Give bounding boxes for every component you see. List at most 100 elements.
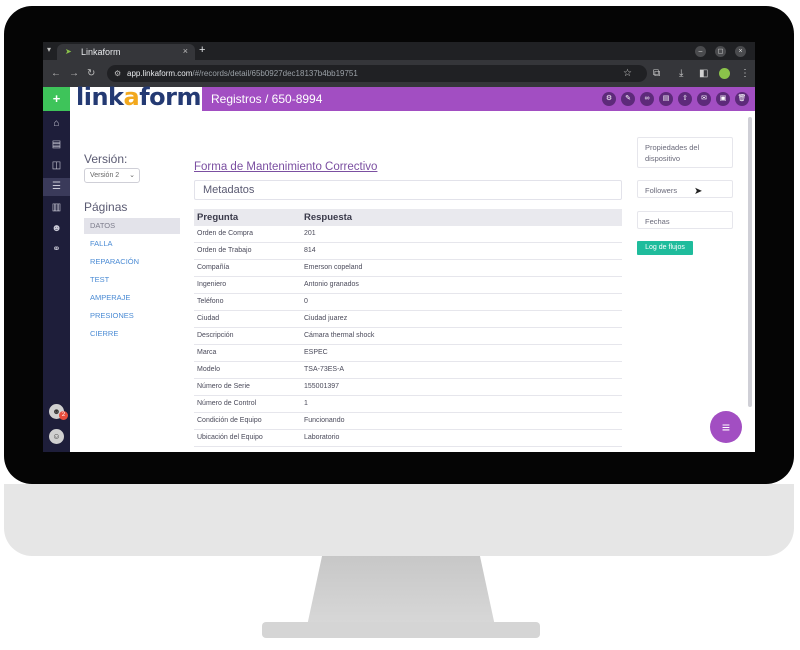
- chevron-down-icon: ⌄: [129, 172, 135, 179]
- page-item-falla[interactable]: FALLA: [84, 236, 180, 252]
- download-icon[interactable]: ⤓: [679, 68, 683, 79]
- question-cell: Ciudad: [197, 315, 220, 322]
- version-label: Versión:: [84, 152, 128, 166]
- answer-cell: Laboratorio: [304, 434, 340, 441]
- user-avatar[interactable]: ☺: [49, 429, 64, 444]
- restore-window-icon[interactable]: ◻: [715, 46, 726, 57]
- close-window-icon[interactable]: ×: [735, 46, 746, 57]
- url-host: app.linkaform.com: [127, 69, 193, 78]
- minimize-window-icon[interactable]: –: [695, 46, 706, 57]
- table-row: Modelo TSA-73ES-A: [194, 362, 622, 379]
- main-content: Versión: Versión 2 ⌄ Páginas DATOS FALLA…: [70, 111, 755, 452]
- extensions-icon[interactable]: ⧉: [653, 68, 660, 79]
- tab-title: Linkaform: [81, 47, 121, 57]
- forward-icon[interactable]: →: [69, 68, 79, 79]
- binoculars-icon[interactable]: ∞: [640, 92, 654, 106]
- table-row: Condición de Equipo Funcionando: [194, 413, 622, 430]
- users-icon[interactable]: ☻: [43, 220, 70, 238]
- page-item-presiones[interactable]: PRESIONES: [84, 308, 180, 324]
- logo[interactable]: linkaform: [70, 83, 202, 111]
- question-cell: Marca: [197, 349, 217, 356]
- logo-text: linkaform: [76, 83, 201, 111]
- question-cell: Compañía: [197, 264, 230, 271]
- trash-icon[interactable]: 🗑: [735, 92, 749, 106]
- question-cell: Teléfono: [197, 298, 224, 305]
- floating-menu-button[interactable]: ≡: [710, 411, 742, 443]
- link-icon[interactable]: ⚭: [43, 241, 70, 259]
- table-row: Ubicación del Equipo Laboratorio: [194, 430, 622, 447]
- email-icon[interactable]: ✉: [697, 92, 711, 106]
- new-tab-icon[interactable]: +: [199, 44, 205, 56]
- table-row: Orden de Trabajo 814: [194, 243, 622, 260]
- url-path: /#/records/detail/65b0927dec18137b4bb197…: [192, 69, 358, 78]
- page-item-amperaje[interactable]: AMPERAJE: [84, 290, 180, 306]
- device-properties-card[interactable]: Propiedades del dispositivo: [637, 137, 733, 168]
- site-settings-icon[interactable]: ⚙: [114, 65, 121, 82]
- monitor-stand-neck: [307, 556, 495, 626]
- sidepanel-icon[interactable]: ◧: [699, 68, 708, 79]
- document-icon[interactable]: ▤: [43, 136, 70, 154]
- url-input[interactable]: ⚙ app.linkaform.com/#/records/detail/65b…: [107, 65, 647, 82]
- page-item-datos[interactable]: DATOS: [84, 218, 180, 234]
- question-cell: Número de Control: [197, 400, 257, 407]
- layers-icon[interactable]: ◫: [43, 157, 70, 175]
- new-record-button[interactable]: +: [43, 87, 70, 111]
- answer-cell: Antonio granados: [304, 281, 359, 288]
- answer-cell: 0: [304, 298, 308, 305]
- record-actions: ⚙ ✎ ∞ ▤ ⇧ ✉ ▣ 🗑: [602, 92, 749, 106]
- question-cell: Condición de Equipo: [197, 417, 262, 424]
- browser-menu-icon[interactable]: ⋮: [740, 68, 750, 79]
- page-item-reparacion[interactable]: REPARACIÓN: [84, 254, 180, 270]
- table-row: Ciudad Ciudad juarez: [194, 311, 622, 328]
- reload-icon[interactable]: ↻: [87, 68, 95, 79]
- table-row: Descripción Cámara thermal shock: [194, 328, 622, 345]
- answer-cell: 155001397: [304, 383, 340, 390]
- home-icon[interactable]: ⌂: [43, 115, 70, 133]
- pencil-icon[interactable]: ✎: [621, 92, 635, 106]
- chart-icon[interactable]: ▥: [43, 199, 70, 217]
- list-icon[interactable]: ☰: [43, 178, 70, 196]
- close-tab-icon[interactable]: ×: [183, 46, 188, 56]
- answer-cell: 201: [304, 230, 316, 237]
- bookmark-star-icon[interactable]: ☆: [623, 68, 632, 79]
- left-nav: ⌂ ▤ ◫ ☰ ▥ ☻ ⚭ ☻ 2 ☺: [43, 111, 70, 452]
- dates-card[interactable]: Fechas: [637, 211, 733, 229]
- answer-cell: 1: [304, 400, 308, 407]
- upload-icon[interactable]: ⇧: [678, 92, 692, 106]
- table-row: Marca ESPEC: [194, 345, 622, 362]
- table-row: Teléfono 0: [194, 294, 622, 311]
- pages-label: Páginas: [84, 200, 128, 214]
- profile-avatar[interactable]: [719, 68, 730, 79]
- monitor-chin: [4, 484, 794, 556]
- followers-card[interactable]: Followers: [637, 180, 733, 198]
- page-title: Registros / 650-8994: [211, 92, 323, 106]
- archive-icon[interactable]: ▣: [716, 92, 730, 106]
- file-icon[interactable]: ▤: [659, 92, 673, 106]
- question-cell: Orden de Trabajo: [197, 247, 252, 254]
- question-cell: Orden de Compra: [197, 230, 254, 237]
- menu-icon: ≡: [721, 419, 731, 435]
- page-item-test[interactable]: TEST: [84, 272, 180, 288]
- section-title: Metadatos: [194, 180, 622, 200]
- table-row: Orden de Compra 201: [194, 226, 622, 243]
- header-answer: Respuesta: [304, 212, 353, 223]
- app-header: + linkaform Registros / 650-8994 ⚙ ✎ ∞ ▤…: [43, 83, 755, 111]
- back-icon[interactable]: ←: [51, 68, 61, 79]
- browser-tab[interactable]: ➤ Linkaform ×: [57, 44, 195, 60]
- page-item-cierre[interactable]: CIERRE: [84, 326, 180, 342]
- notification-badge: 2: [59, 411, 68, 420]
- table-row: Ingeniero Antonio granados: [194, 277, 622, 294]
- header-question: Pregunta: [197, 212, 239, 223]
- record-table: Pregunta Respuesta Orden de Compra 201 Or…: [194, 209, 622, 447]
- gear-icon[interactable]: ⚙: [602, 92, 616, 106]
- scrollbar[interactable]: [748, 117, 752, 407]
- form-title-link[interactable]: Forma de Mantenimiento Correctivo: [194, 161, 377, 173]
- answer-cell: ESPEC: [304, 349, 328, 356]
- question-cell: Ingeniero: [197, 281, 227, 288]
- mouse-cursor-icon: ➤: [694, 186, 703, 197]
- tab-search-icon[interactable]: ▾: [47, 45, 51, 54]
- table-row: Compañía Emerson copeland: [194, 260, 622, 277]
- table-header: Pregunta Respuesta: [194, 209, 622, 226]
- log-flow-button[interactable]: Log de flujos: [637, 241, 693, 255]
- version-select[interactable]: Versión 2 ⌄: [84, 168, 140, 183]
